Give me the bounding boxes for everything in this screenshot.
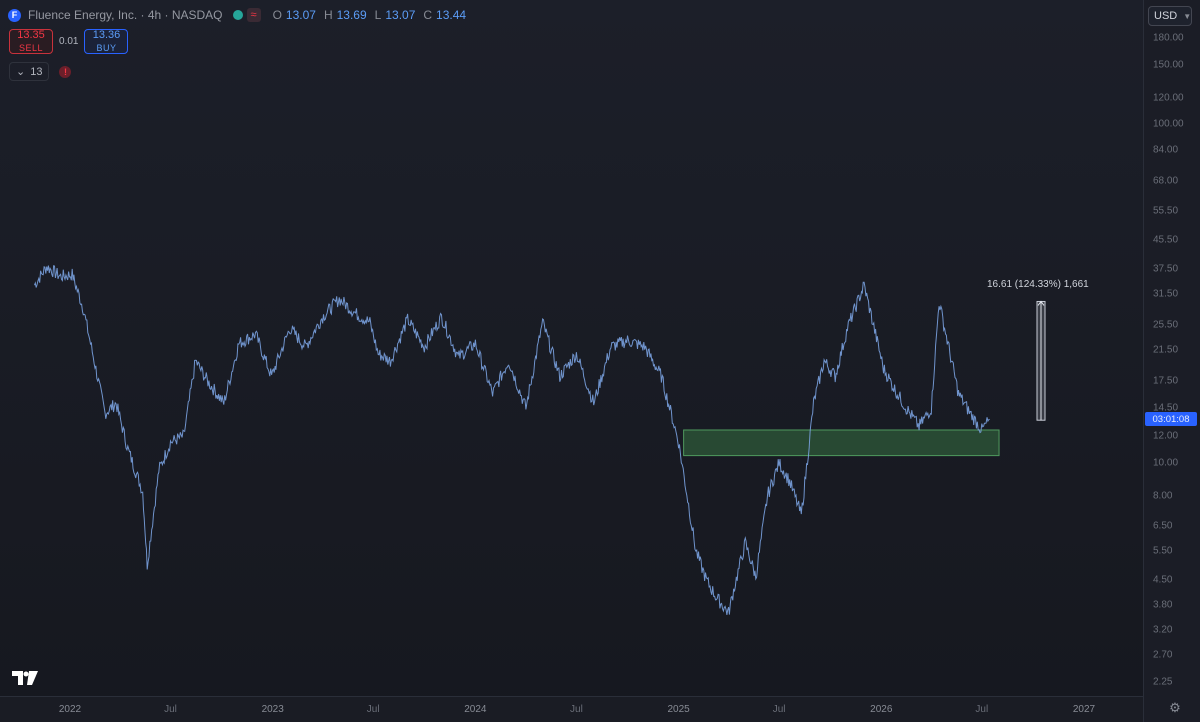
price-tick-label: 180.00 [1153, 32, 1184, 44]
trade-panel: 13.35 SELL 0.01 13.36 BUY [9, 28, 129, 54]
sell-button[interactable]: 13.35 SELL [9, 29, 53, 54]
low-value: 13.07 [385, 8, 416, 22]
time-tick-label: Jul [570, 704, 583, 715]
indicators-count: 13 [30, 65, 43, 78]
price-axis[interactable] [1143, 0, 1200, 722]
high-value: 13.69 [336, 8, 367, 22]
symbol-title[interactable]: Fluence Energy, Inc. · 4h · NASDAQ [28, 8, 223, 22]
price-chart[interactable] [0, 0, 1143, 696]
price-tick-label: 2.70 [1153, 649, 1173, 661]
spread-value: 0.01 [59, 36, 79, 47]
currency-selector[interactable]: USD ▼ [1148, 6, 1192, 26]
price-tick-label: 10.00 [1153, 457, 1179, 469]
price-tick-label: 4.50 [1153, 574, 1173, 586]
price-tick-label: 21.50 [1153, 344, 1179, 356]
time-tick-label: Jul [772, 704, 786, 715]
time-tick-label: 2022 [58, 704, 82, 715]
price-tick-label: 45.50 [1153, 234, 1179, 246]
price-tick-label: 3.20 [1153, 624, 1173, 636]
currency-label: USD [1154, 10, 1178, 22]
warning-icon[interactable]: ! [59, 65, 72, 78]
price-tick-label: 8.00 [1153, 490, 1173, 502]
close-label: C [423, 8, 433, 22]
current-price-marker: 03:01:08 [1145, 412, 1197, 427]
price-tick-label: 5.50 [1153, 545, 1173, 557]
symbol-legend[interactable]: F Fluence Energy, Inc. · 4h · NASDAQ ≈ O… [8, 8, 466, 22]
time-tick-label: 2025 [667, 704, 690, 715]
buy-price: 13.36 [92, 28, 121, 41]
time-tick-label: Jul [975, 704, 989, 715]
price-tick-label: 3.80 [1153, 599, 1173, 611]
data-status-chip[interactable]: ≈ [246, 8, 261, 22]
price-tick-label: 17.50 [1153, 375, 1179, 387]
indicators-row: ⌄ 13 ! [9, 62, 72, 81]
symbol-logo: F [8, 8, 21, 22]
time-tick-label: 2023 [261, 704, 284, 715]
open-value: 13.07 [285, 8, 316, 22]
price-tick-label: 150.00 [1153, 59, 1184, 71]
price-tick-label: 68.00 [1153, 175, 1179, 187]
price-tick-label: 31.50 [1153, 288, 1179, 300]
low-label: L [374, 8, 382, 22]
price-tick-label: 55.50 [1153, 205, 1179, 217]
support-zone-rectangle[interactable] [683, 429, 1000, 457]
price-tick-label: 120.00 [1153, 92, 1184, 104]
measure-label: 16.61 (124.33%) 1,661 [987, 279, 1089, 291]
price-tick-label: 37.50 [1153, 263, 1179, 275]
price-tick-label: 100.00 [1153, 118, 1184, 130]
price-tick-label: 25.50 [1153, 319, 1179, 331]
price-tick-label: 6.50 [1153, 520, 1173, 532]
time-tick-label: 2026 [870, 704, 893, 715]
buy-label: BUY [96, 42, 117, 53]
time-tick-label: Jul [366, 704, 380, 715]
chart-window[interactable]: F Fluence Energy, Inc. · 4h · NASDAQ ≈ O… [0, 0, 1200, 722]
time-tick-label: 2027 [1072, 704, 1096, 715]
sell-label: SELL [18, 42, 44, 53]
price-tick-label: 12.00 [1153, 430, 1179, 442]
time-tick-label: Jul [164, 704, 177, 715]
close-value: 13.44 [436, 8, 467, 22]
tradingview-logo[interactable] [12, 671, 38, 685]
high-label: H [323, 8, 333, 22]
time-tick-label: 2024 [464, 704, 487, 715]
market-status-icon [232, 10, 243, 20]
buy-button[interactable]: 13.36 BUY [84, 28, 129, 54]
open-label: O [272, 8, 282, 22]
price-tick-label: 2.25 [1153, 676, 1173, 688]
sell-price: 13.35 [17, 28, 45, 41]
indicators-toggle[interactable]: ⌄ 13 [9, 62, 50, 81]
price-tick-label: 84.00 [1153, 144, 1179, 156]
chevron-down-icon: ▼ [1183, 11, 1192, 21]
settings-icon[interactable]: ⚙ [1167, 700, 1183, 716]
chevron-down-icon: ⌄ [16, 66, 26, 78]
